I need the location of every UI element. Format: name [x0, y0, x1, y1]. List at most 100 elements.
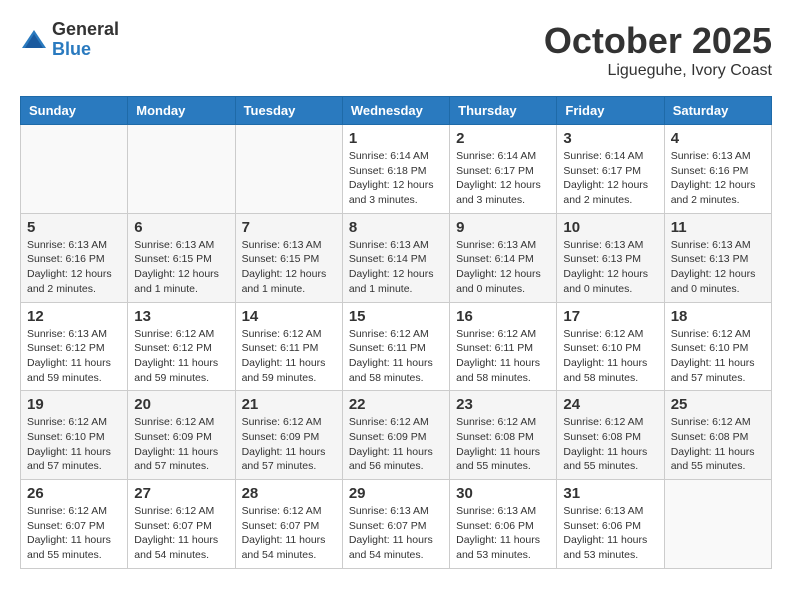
cell-date-number: 11: [671, 219, 765, 236]
cell-date-number: 5: [27, 219, 121, 236]
cell-date-number: 23: [456, 396, 550, 413]
calendar-week-row: 5 Sunrise: 6:13 AM Sunset: 6:16 PM Daylig…: [21, 213, 772, 302]
calendar-cell: 15 Sunrise: 6:12 AM Sunset: 6:11 PM Dayli…: [342, 302, 449, 391]
calendar-cell: 10Sunrise: 6:13 AM Sunset: 6:13 PM Dayli…: [557, 213, 664, 302]
cell-info-text: Sunrise: 6:12 AM Sunset: 6:07 PM Dayligh…: [27, 504, 121, 563]
cell-info-text: Sunrise: 6:13 AM Sunset: 6:13 PM Dayligh…: [671, 238, 765, 297]
calendar-cell: 25Sunrise: 6:12 AM Sunset: 6:08 PM Dayli…: [664, 391, 771, 480]
calendar-cell: 4Sunrise: 6:13 AM Sunset: 6:16 PM Daylig…: [664, 125, 771, 214]
calendar-cell: 23 Sunrise: 6:12 AM Sunset: 6:08 PM Dayli…: [450, 391, 557, 480]
weekday-header: Monday: [128, 97, 235, 125]
title-area: October 2025 Ligueguhe, Ivory Coast: [544, 20, 772, 80]
logo-icon: [20, 26, 48, 54]
cell-info-text: Sunrise: 6:12 AM Sunset: 6:08 PM Dayligh…: [671, 415, 765, 474]
cell-date-number: 8: [349, 219, 443, 236]
calendar-cell: 27 Sunrise: 6:12 AM Sunset: 6:07 PM Dayli…: [128, 480, 235, 569]
calendar-week-row: 19 Sunrise: 6:12 AM Sunset: 6:10 PM Dayli…: [21, 391, 772, 480]
weekday-header: Wednesday: [342, 97, 449, 125]
calendar-cell: 5 Sunrise: 6:13 AM Sunset: 6:16 PM Daylig…: [21, 213, 128, 302]
calendar-cell: 14 Sunrise: 6:12 AM Sunset: 6:11 PM Dayli…: [235, 302, 342, 391]
calendar-table: SundayMondayTuesdayWednesdayThursdayFrid…: [20, 96, 772, 569]
calendar-cell: [128, 125, 235, 214]
cell-info-text: Sunrise: 6:12 AM Sunset: 6:07 PM Dayligh…: [134, 504, 228, 563]
calendar-cell: 19 Sunrise: 6:12 AM Sunset: 6:10 PM Dayli…: [21, 391, 128, 480]
calendar-week-row: 1 Sunrise: 6:14 AM Sunset: 6:18 PM Daylig…: [21, 125, 772, 214]
cell-date-number: 3: [563, 130, 657, 147]
cell-info-text: Sunrise: 6:12 AM Sunset: 6:09 PM Dayligh…: [349, 415, 443, 474]
cell-date-number: 21: [242, 396, 336, 413]
cell-date-number: 17: [563, 308, 657, 325]
cell-info-text: Sunrise: 6:12 AM Sunset: 6:07 PM Dayligh…: [242, 504, 336, 563]
cell-info-text: Sunrise: 6:12 AM Sunset: 6:09 PM Dayligh…: [134, 415, 228, 474]
cell-info-text: Sunrise: 6:12 AM Sunset: 6:10 PM Dayligh…: [563, 327, 657, 386]
calendar-cell: [21, 125, 128, 214]
cell-date-number: 26: [27, 485, 121, 502]
weekday-header: Saturday: [664, 97, 771, 125]
calendar-cell: 6Sunrise: 6:13 AM Sunset: 6:15 PM Daylig…: [128, 213, 235, 302]
logo-general-text: General: [52, 20, 119, 40]
calendar-cell: 13 Sunrise: 6:12 AM Sunset: 6:12 PM Dayli…: [128, 302, 235, 391]
cell-date-number: 24: [563, 396, 657, 413]
calendar-week-row: 26 Sunrise: 6:12 AM Sunset: 6:07 PM Dayli…: [21, 480, 772, 569]
logo: General Blue: [20, 20, 119, 60]
calendar-cell: 22 Sunrise: 6:12 AM Sunset: 6:09 PM Dayli…: [342, 391, 449, 480]
cell-date-number: 28: [242, 485, 336, 502]
cell-info-text: Sunrise: 6:13 AM Sunset: 6:15 PM Dayligh…: [242, 238, 336, 297]
cell-info-text: Sunrise: 6:12 AM Sunset: 6:09 PM Dayligh…: [242, 415, 336, 474]
calendar-cell: [664, 480, 771, 569]
cell-info-text: Sunrise: 6:12 AM Sunset: 6:08 PM Dayligh…: [563, 415, 657, 474]
calendar-cell: 21 Sunrise: 6:12 AM Sunset: 6:09 PM Dayli…: [235, 391, 342, 480]
cell-date-number: 29: [349, 485, 443, 502]
cell-date-number: 16: [456, 308, 550, 325]
cell-info-text: Sunrise: 6:12 AM Sunset: 6:11 PM Dayligh…: [349, 327, 443, 386]
weekday-header: Sunday: [21, 97, 128, 125]
weekday-header: Thursday: [450, 97, 557, 125]
calendar-cell: 18 Sunrise: 6:12 AM Sunset: 6:10 PM Dayli…: [664, 302, 771, 391]
cell-date-number: 14: [242, 308, 336, 325]
calendar-cell: 2Sunrise: 6:14 AM Sunset: 6:17 PM Daylig…: [450, 125, 557, 214]
cell-info-text: Sunrise: 6:13 AM Sunset: 6:06 PM Dayligh…: [563, 504, 657, 563]
cell-date-number: 20: [134, 396, 228, 413]
cell-date-number: 18: [671, 308, 765, 325]
calendar-cell: 8 Sunrise: 6:13 AM Sunset: 6:14 PM Daylig…: [342, 213, 449, 302]
cell-date-number: 19: [27, 396, 121, 413]
cell-info-text: Sunrise: 6:13 AM Sunset: 6:16 PM Dayligh…: [671, 149, 765, 208]
calendar-cell: 17 Sunrise: 6:12 AM Sunset: 6:10 PM Dayli…: [557, 302, 664, 391]
cell-date-number: 7: [242, 219, 336, 236]
cell-info-text: Sunrise: 6:12 AM Sunset: 6:12 PM Dayligh…: [134, 327, 228, 386]
cell-date-number: 13: [134, 308, 228, 325]
cell-date-number: 30: [456, 485, 550, 502]
cell-date-number: 22: [349, 396, 443, 413]
cell-info-text: Sunrise: 6:12 AM Sunset: 6:11 PM Dayligh…: [242, 327, 336, 386]
cell-info-text: Sunrise: 6:13 AM Sunset: 6:13 PM Dayligh…: [563, 238, 657, 297]
month-title: October 2025: [544, 20, 772, 62]
logo-blue-text: Blue: [52, 40, 119, 60]
cell-info-text: Sunrise: 6:13 AM Sunset: 6:12 PM Dayligh…: [27, 327, 121, 386]
cell-date-number: 12: [27, 308, 121, 325]
calendar-week-row: 12 Sunrise: 6:13 AM Sunset: 6:12 PM Dayli…: [21, 302, 772, 391]
cell-date-number: 27: [134, 485, 228, 502]
calendar-cell: 7 Sunrise: 6:13 AM Sunset: 6:15 PM Daylig…: [235, 213, 342, 302]
cell-info-text: Sunrise: 6:13 AM Sunset: 6:14 PM Dayligh…: [349, 238, 443, 297]
cell-info-text: Sunrise: 6:13 AM Sunset: 6:07 PM Dayligh…: [349, 504, 443, 563]
calendar-cell: 24 Sunrise: 6:12 AM Sunset: 6:08 PM Dayli…: [557, 391, 664, 480]
calendar-cell: 12 Sunrise: 6:13 AM Sunset: 6:12 PM Dayli…: [21, 302, 128, 391]
calendar-cell: [235, 125, 342, 214]
calendar-cell: 9 Sunrise: 6:13 AM Sunset: 6:14 PM Daylig…: [450, 213, 557, 302]
cell-info-text: Sunrise: 6:12 AM Sunset: 6:08 PM Dayligh…: [456, 415, 550, 474]
cell-date-number: 9: [456, 219, 550, 236]
cell-info-text: Sunrise: 6:13 AM Sunset: 6:14 PM Dayligh…: [456, 238, 550, 297]
cell-info-text: Sunrise: 6:12 AM Sunset: 6:10 PM Dayligh…: [27, 415, 121, 474]
cell-date-number: 2: [456, 130, 550, 147]
calendar-cell: 26 Sunrise: 6:12 AM Sunset: 6:07 PM Dayli…: [21, 480, 128, 569]
cell-info-text: Sunrise: 6:12 AM Sunset: 6:10 PM Dayligh…: [671, 327, 765, 386]
calendar-header-row: SundayMondayTuesdayWednesdayThursdayFrid…: [21, 97, 772, 125]
cell-info-text: Sunrise: 6:13 AM Sunset: 6:16 PM Dayligh…: [27, 238, 121, 297]
calendar-cell: 28 Sunrise: 6:12 AM Sunset: 6:07 PM Dayli…: [235, 480, 342, 569]
cell-date-number: 15: [349, 308, 443, 325]
calendar-cell: 3Sunrise: 6:14 AM Sunset: 6:17 PM Daylig…: [557, 125, 664, 214]
cell-date-number: 1: [349, 130, 443, 147]
cell-info-text: Sunrise: 6:14 AM Sunset: 6:18 PM Dayligh…: [349, 149, 443, 208]
logo-text: General Blue: [52, 20, 119, 60]
calendar-cell: 31Sunrise: 6:13 AM Sunset: 6:06 PM Dayli…: [557, 480, 664, 569]
